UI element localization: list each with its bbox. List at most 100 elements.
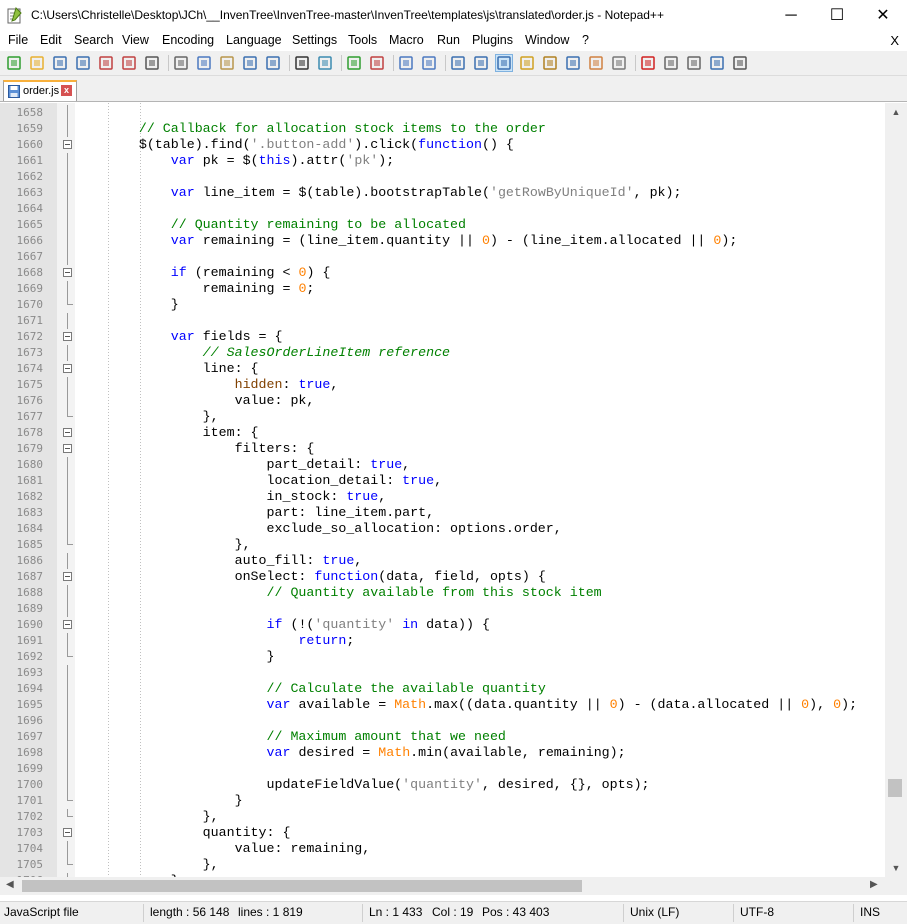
code-line[interactable]: onSelect: function(data, field, opts) { (75, 569, 885, 585)
code-line[interactable]: }, (75, 809, 885, 825)
copy-icon[interactable] (196, 55, 212, 71)
menu-settings[interactable]: Settings (292, 33, 337, 47)
editor[interactable]: // Callback for allocation stock items t… (0, 103, 907, 889)
menu-help[interactable]: ? (582, 33, 589, 47)
code-line[interactable]: exclude_so_allocation: options.order, (75, 521, 885, 537)
code-line[interactable] (75, 665, 885, 681)
code-line[interactable]: var desired = Math.min(available, remain… (75, 745, 885, 761)
code-line[interactable]: remaining = 0; (75, 281, 885, 297)
code-line[interactable] (75, 601, 885, 617)
code-line[interactable]: // SalesOrderLineItem reference (75, 345, 885, 361)
code-line[interactable]: }, (75, 409, 885, 425)
doc-map-icon[interactable] (542, 55, 558, 71)
open-file-icon[interactable] (29, 55, 45, 71)
close-button[interactable]: ✕ (860, 0, 906, 31)
print-icon[interactable] (144, 55, 160, 71)
vertical-scroll-thumb[interactable] (888, 779, 902, 797)
save-macro-icon[interactable] (732, 55, 748, 71)
code-line[interactable]: // Quantity remaining to be allocated (75, 217, 885, 233)
code-line[interactable]: // Callback for allocation stock items t… (75, 121, 885, 137)
record-macro-icon[interactable] (640, 55, 656, 71)
fold-toggle-icon[interactable] (63, 572, 72, 581)
menu-macro[interactable]: Macro (389, 33, 424, 47)
code-line[interactable] (75, 201, 885, 217)
minimize-button[interactable]: ─ (768, 0, 814, 31)
fold-margin[interactable] (57, 103, 75, 877)
horizontal-scrollbar[interactable]: ◀ ▶ (0, 877, 885, 895)
fold-toggle-icon[interactable] (63, 364, 72, 373)
code-line[interactable]: }, (75, 537, 885, 553)
menu-plugins[interactable]: Plugins (472, 33, 513, 47)
close-document-button[interactable]: X (890, 33, 899, 48)
word-wrap-icon[interactable] (450, 55, 466, 71)
menu-edit[interactable]: Edit (40, 33, 62, 47)
zoom-out-icon[interactable] (369, 55, 385, 71)
tab-order-js[interactable]: order.js x (3, 80, 77, 101)
code-line[interactable]: $(table).find('.button-add').click(funct… (75, 137, 885, 153)
code-line[interactable]: value: pk, (75, 393, 885, 409)
fold-toggle-icon[interactable] (63, 332, 72, 341)
code-line[interactable]: quantity: { (75, 825, 885, 841)
code-line[interactable] (75, 169, 885, 185)
code-line[interactable]: filters: { (75, 441, 885, 457)
code-line[interactable]: // Calculate the available quantity (75, 681, 885, 697)
menu-window[interactable]: Window (525, 33, 569, 47)
code-line[interactable]: if (remaining < 0) { (75, 265, 885, 281)
cut-icon[interactable] (173, 55, 189, 71)
scroll-up-icon[interactable]: ▲ (890, 107, 902, 117)
new-file-icon[interactable] (6, 55, 22, 71)
fold-toggle-icon[interactable] (63, 828, 72, 837)
menu-language[interactable]: Language (226, 33, 282, 47)
show-all-chars-icon[interactable] (473, 55, 489, 71)
fold-toggle-icon[interactable] (63, 268, 72, 277)
code-line[interactable]: // Maximum amount that we need (75, 729, 885, 745)
code-line[interactable]: part_detail: true, (75, 457, 885, 473)
menu-file[interactable]: File (8, 33, 28, 47)
horizontal-scroll-thumb[interactable] (22, 880, 582, 892)
redo-icon[interactable] (265, 55, 281, 71)
folder-workspace-icon[interactable] (588, 55, 604, 71)
code-line[interactable]: auto_fill: true, (75, 553, 885, 569)
code-line[interactable]: hidden: true, (75, 377, 885, 393)
maximize-button[interactable]: ☐ (814, 0, 860, 31)
code-line[interactable] (75, 313, 885, 329)
function-list-icon[interactable] (565, 55, 581, 71)
fold-toggle-icon[interactable] (63, 428, 72, 437)
code-line[interactable]: return; (75, 633, 885, 649)
scroll-left-icon[interactable]: ◀ (6, 879, 14, 890)
menu-run[interactable]: Run (437, 33, 460, 47)
scroll-down-icon[interactable]: ▼ (890, 863, 902, 873)
code-line[interactable]: } (75, 649, 885, 665)
udl-icon[interactable] (519, 55, 535, 71)
code-line[interactable]: // Quantity available from this stock it… (75, 585, 885, 601)
code-line[interactable]: var fields = { (75, 329, 885, 345)
sync-horizontal-icon[interactable] (421, 55, 437, 71)
code-line[interactable]: } (75, 297, 885, 313)
menu-search[interactable]: Search (74, 33, 114, 47)
code-line[interactable]: updateFieldValue('quantity', desired, {}… (75, 777, 885, 793)
indent-guide-icon[interactable] (495, 54, 513, 72)
find-icon[interactable] (294, 55, 310, 71)
code-line[interactable] (75, 713, 885, 729)
fold-toggle-icon[interactable] (63, 140, 72, 149)
close-icon[interactable] (98, 55, 114, 71)
monitoring-icon[interactable] (611, 55, 627, 71)
code-line[interactable]: var line_item = $(table).bootstrapTable(… (75, 185, 885, 201)
replace-icon[interactable] (317, 55, 333, 71)
code-line[interactable]: var remaining = (line_item.quantity || 0… (75, 233, 885, 249)
code-line[interactable]: if (!('quantity' in data)) { (75, 617, 885, 633)
code-line[interactable] (75, 105, 885, 121)
scroll-right-icon[interactable]: ▶ (870, 879, 878, 890)
run-macro-multiple-icon[interactable] (709, 55, 725, 71)
code-line[interactable]: in_stock: true, (75, 489, 885, 505)
code-line[interactable]: location_detail: true, (75, 473, 885, 489)
code-line[interactable]: var available = Math.max((data.quantity … (75, 697, 885, 713)
menu-view[interactable]: View (122, 33, 149, 47)
fold-toggle-icon[interactable] (63, 444, 72, 453)
code-area[interactable]: // Callback for allocation stock items t… (75, 103, 885, 877)
code-line[interactable]: item: { (75, 425, 885, 441)
save-icon[interactable] (52, 55, 68, 71)
code-line[interactable] (75, 761, 885, 777)
code-line[interactable]: value: remaining, (75, 841, 885, 857)
code-line[interactable]: } (75, 793, 885, 809)
